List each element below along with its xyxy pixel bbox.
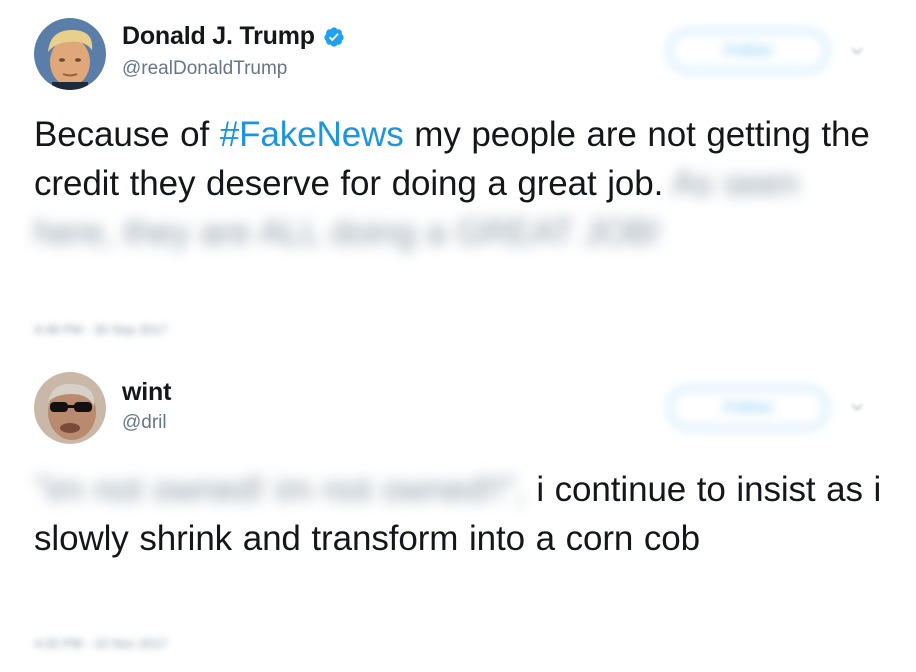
tweet-text: "im not owned! im not owned!!", i contin… xyxy=(34,465,884,563)
timestamp[interactable]: 4:48 PM - 30 Sep 2017 xyxy=(34,322,168,337)
chevron-down-icon[interactable] xyxy=(850,400,864,414)
tweet-text-segment: Because of xyxy=(34,115,220,154)
display-name[interactable]: wint xyxy=(122,378,171,407)
display-name[interactable]: Donald J. Trump xyxy=(122,22,315,51)
handle[interactable]: @dril xyxy=(122,412,167,434)
hashtag-link[interactable]: #FakeNews xyxy=(220,115,404,154)
follow-button[interactable]: Follow xyxy=(668,387,828,429)
avatar[interactable] xyxy=(34,372,106,444)
name-row: Donald J. Trump xyxy=(122,22,345,51)
tweet-card: wint @dril Follow "im not owned! im not … xyxy=(0,350,916,672)
blurred-text: "im not owned! im not owned!!", xyxy=(34,470,526,509)
tweet-text: Because of #FakeNews my people are not g… xyxy=(34,110,884,257)
chevron-down-icon[interactable] xyxy=(850,44,864,58)
follow-button[interactable]: Follow xyxy=(668,30,828,72)
verified-badge-icon xyxy=(323,26,345,48)
tweet-card: Donald J. Trump @realDonaldTrump Follow … xyxy=(0,0,916,350)
handle[interactable]: @realDonaldTrump xyxy=(122,58,287,80)
avatar[interactable] xyxy=(34,18,106,90)
timestamp[interactable]: 4:20 PM - 10 Nov 2017 xyxy=(34,636,168,651)
name-row: wint xyxy=(122,378,171,407)
